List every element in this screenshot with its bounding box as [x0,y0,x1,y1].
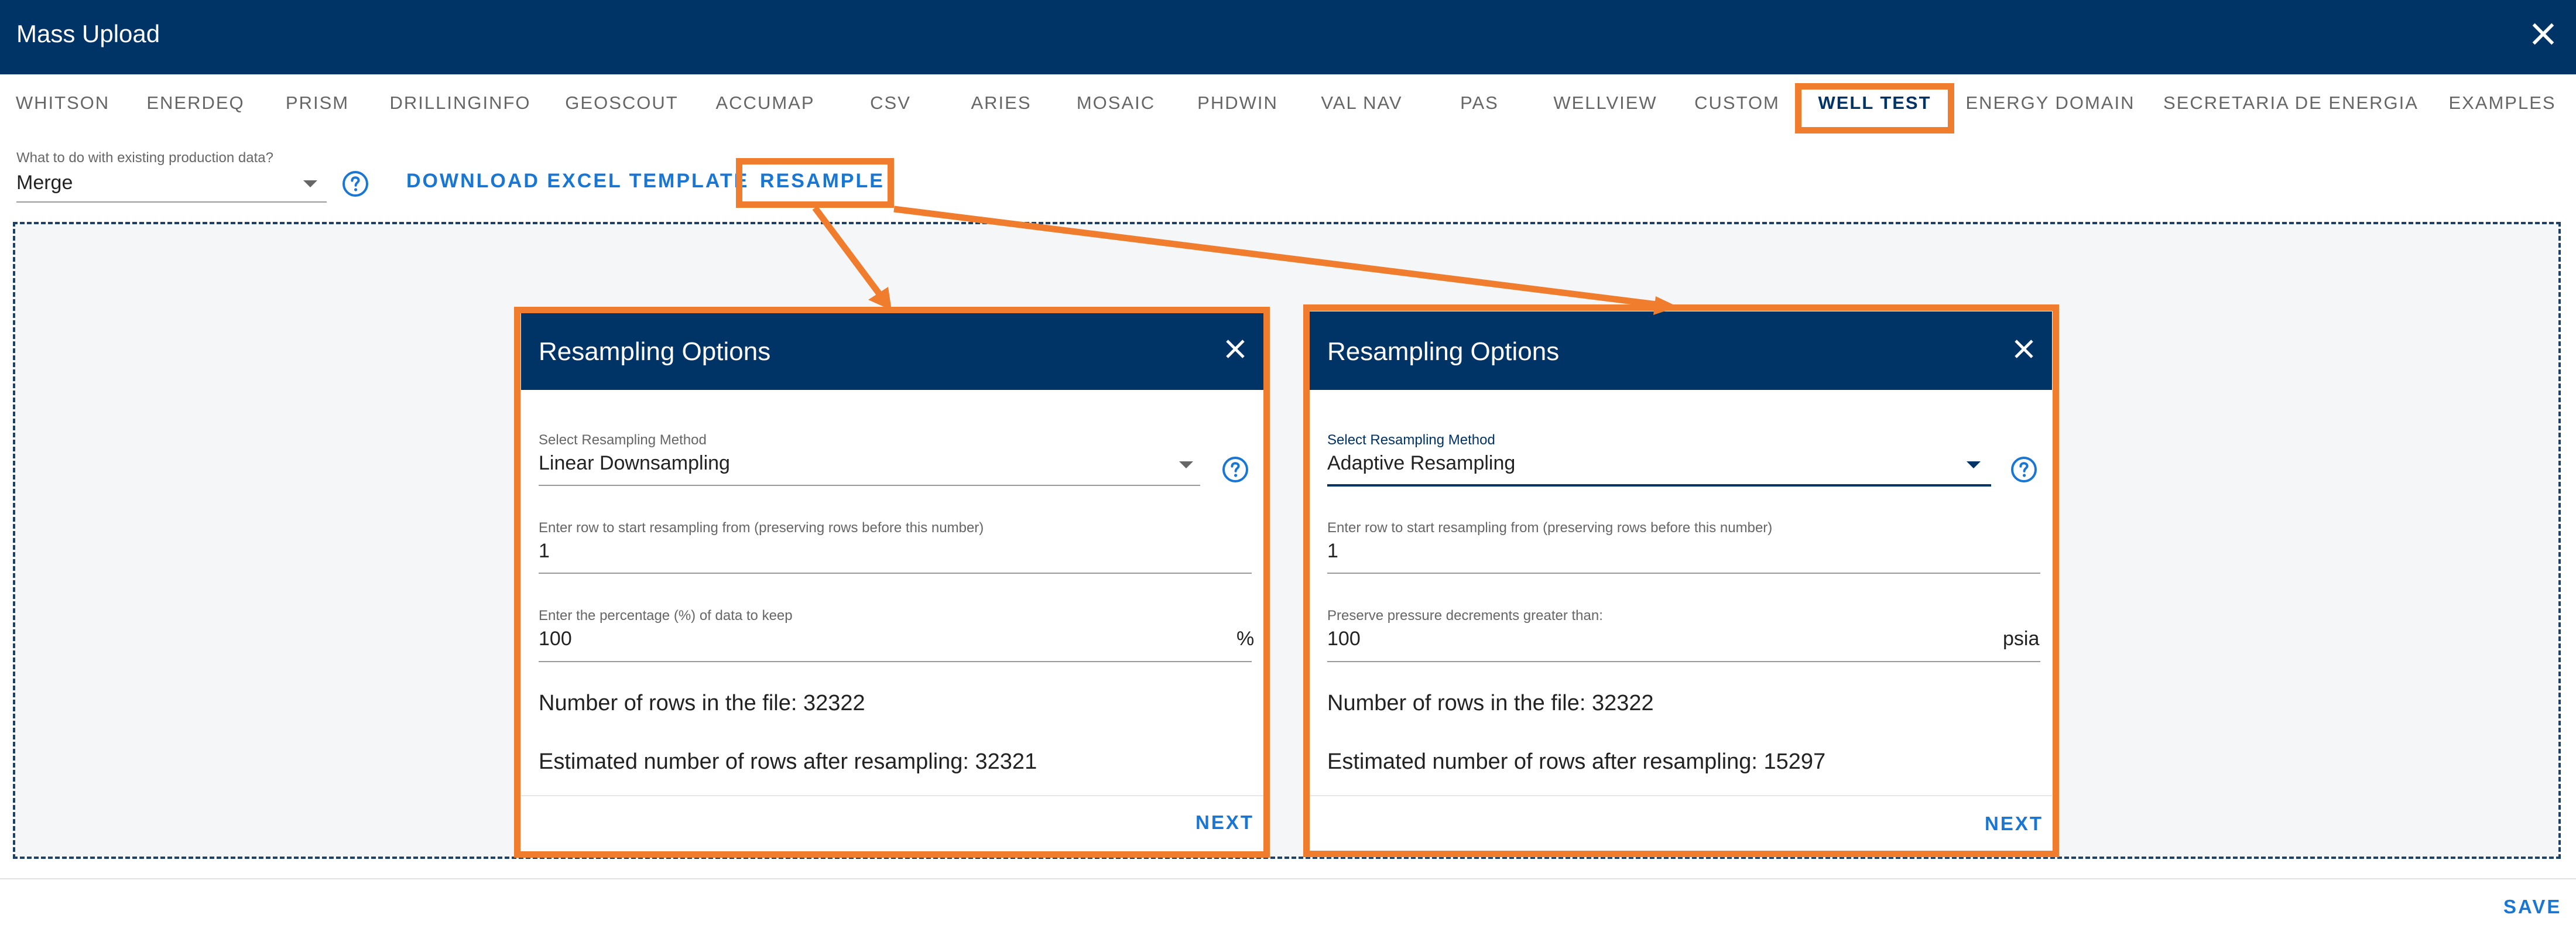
annotation-arrows [812,206,1678,315]
arrow-to-linear-dialog [812,206,886,301]
footer-divider [0,878,2576,879]
arrow-to-adaptive-dialog [893,206,1657,308]
arrowhead-icon [1653,296,1678,315]
save-button[interactable]: SAVE [2503,896,2561,918]
